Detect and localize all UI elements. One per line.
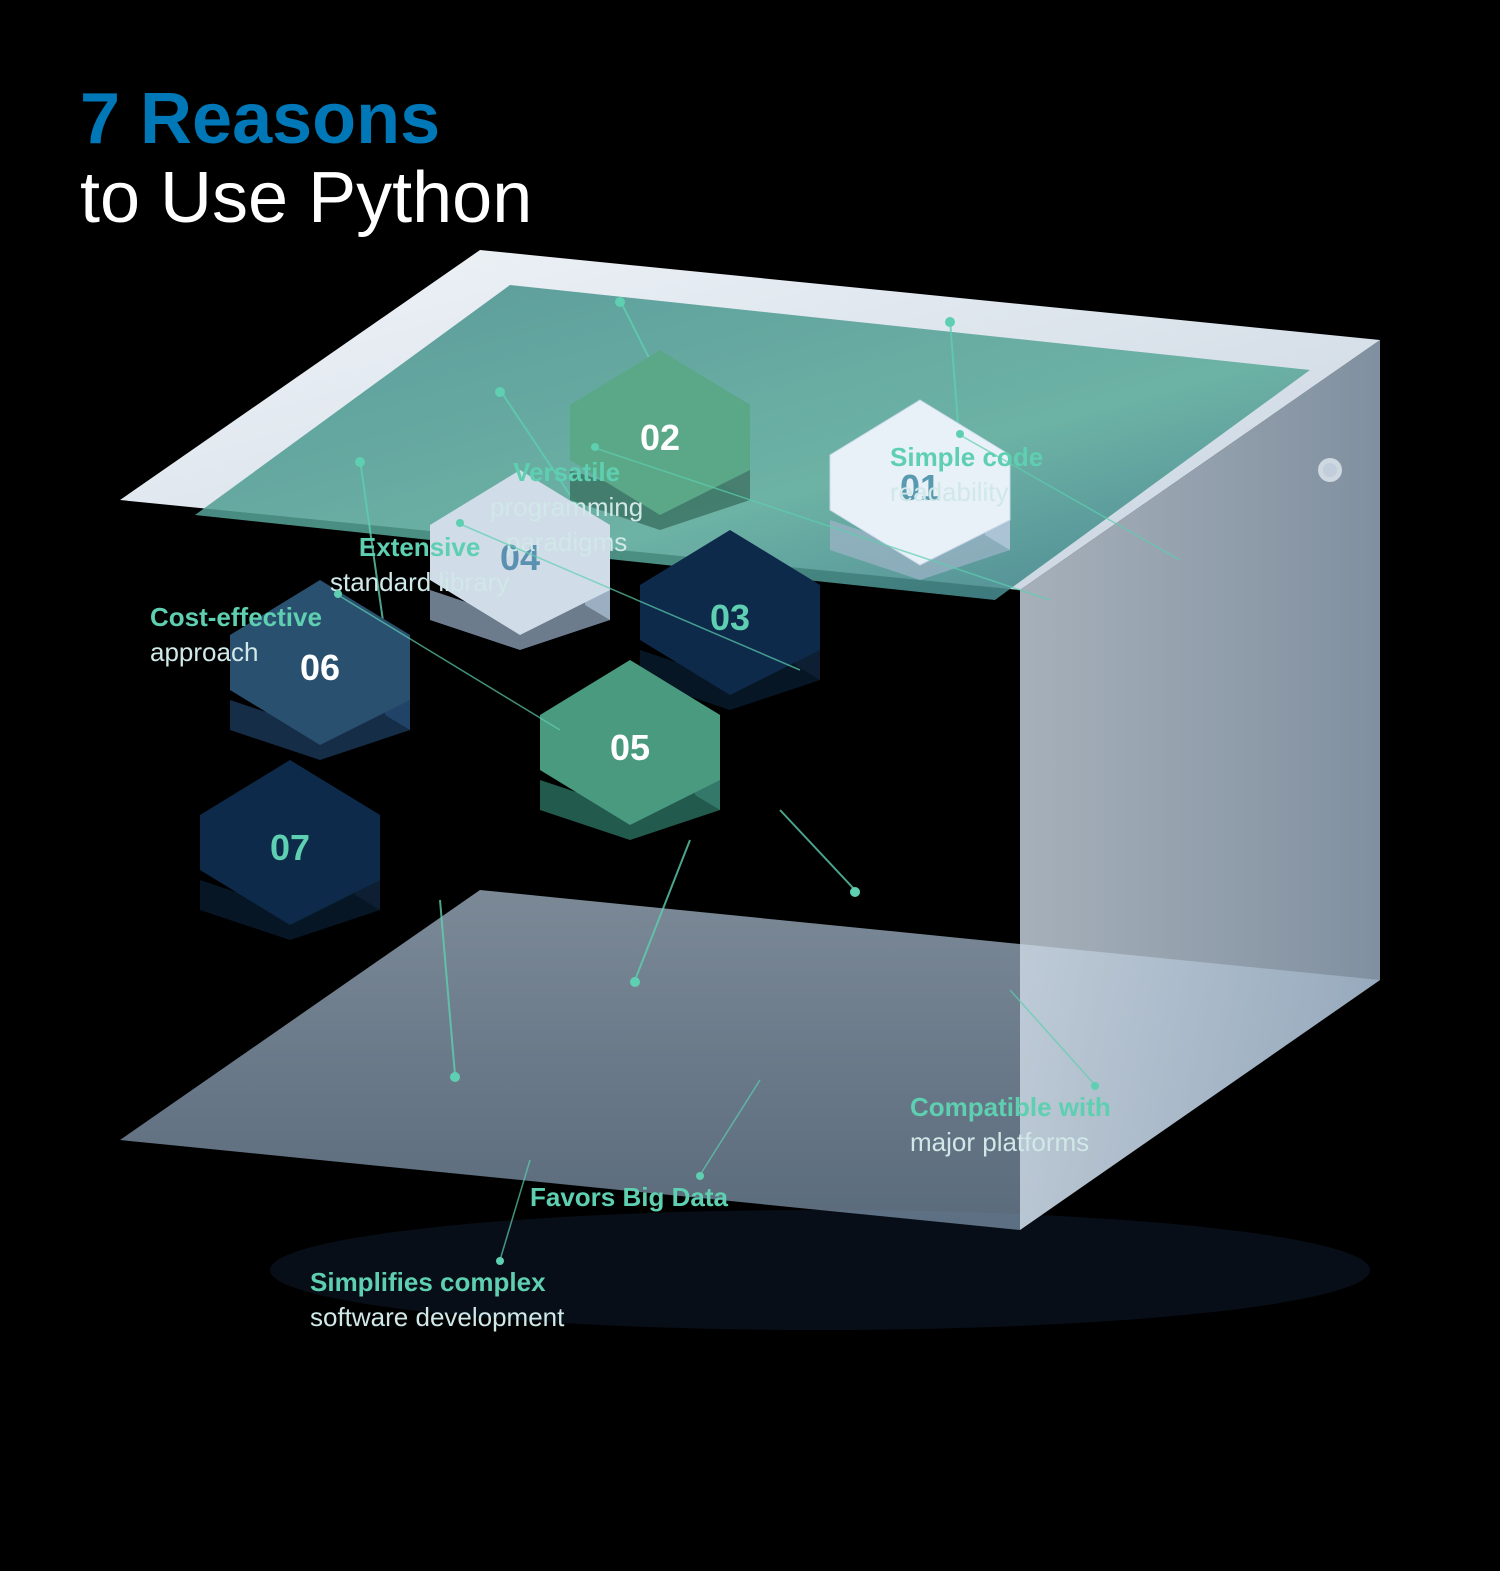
svg-text:02: 02: [640, 417, 680, 458]
main-illustration: 01 02 03 04 05: [0, 220, 1500, 1570]
label-extensive: Extensive standard library: [330, 530, 509, 600]
label-costeffective: Cost-effective approach: [150, 600, 322, 670]
svg-text:05: 05: [610, 727, 650, 768]
label-compatible: Compatible with major platforms: [910, 1090, 1111, 1160]
title-line1: 7 Reasons: [80, 80, 532, 159]
title-block: 7 Reasons to Use Python: [80, 80, 532, 238]
label-simple: Simple code readability: [890, 440, 1043, 510]
label-favors: Favors Big Data: [530, 1180, 728, 1215]
svg-text:03: 03: [710, 597, 750, 638]
label-versatile: Versatile programming paradigms: [490, 455, 643, 560]
page-container: 7 Reasons to Use Python: [0, 0, 1500, 1571]
svg-text:07: 07: [270, 827, 310, 868]
label-simplifies: Simplifies complex software development: [310, 1265, 564, 1335]
